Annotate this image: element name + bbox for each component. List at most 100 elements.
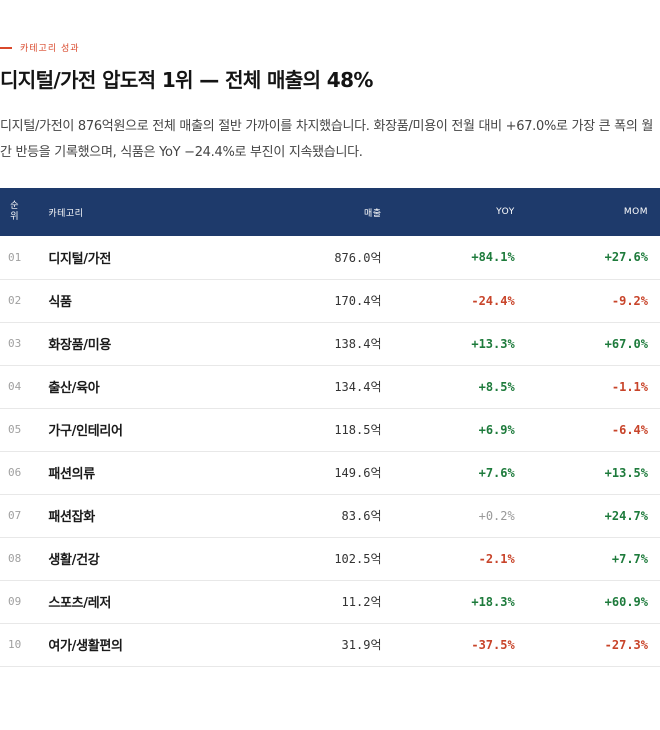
section-eyebrow: 카테고리 성과 <box>0 41 80 54</box>
mom-cell-value: +24.7% <box>604 508 648 523</box>
rank-cell-value: 01 <box>8 250 22 264</box>
mom-cell: +7.7% <box>515 537 660 580</box>
mom-cell-value: -9.2% <box>611 293 648 308</box>
mom-cell: -6.4% <box>515 408 660 451</box>
mom-cell-value: +67.0% <box>604 336 648 351</box>
sales-cell-value: 149.6억 <box>334 466 382 480</box>
rank-cell: 06 <box>0 451 29 494</box>
yoy-cell: +0.2% <box>382 494 515 537</box>
category-cell: 출산/육아 <box>29 365 183 408</box>
category-cell: 화장품/미용 <box>29 322 183 365</box>
sales-cell: 876.0억 <box>183 236 381 279</box>
rank-cell: 02 <box>0 279 29 322</box>
rank-cell-value: 10 <box>8 638 22 651</box>
category-cell-value: 출산/육아 <box>48 381 100 396</box>
sales-cell: 149.6억 <box>183 451 381 494</box>
table-row: 01 디지털/가전 876.0억 +84.1% +27.6% <box>0 236 660 279</box>
mom-cell: +13.5% <box>515 451 660 494</box>
table-header-row: 순 위 카테고리 매출 YOY MOM <box>0 188 660 236</box>
yoy-cell: +18.3% <box>382 580 514 623</box>
sales-cell-value: 83.6억 <box>341 509 382 523</box>
sales-cell-value: 31.9억 <box>341 638 382 652</box>
table-body: 01 디지털/가전 876.0억 +84.1% +27.6% 02 식품 170.4억 -24.… <box>0 236 660 666</box>
yoy-cell: +8.5% <box>382 365 515 408</box>
yoy-column-header: YOY <box>496 207 515 217</box>
rank-cell: 01 <box>0 236 29 279</box>
table-row: 02 식품 170.4억 -24.4% -9.2% <box>0 279 660 322</box>
yoy-cell-value: -24.4% <box>471 293 515 308</box>
category-cell-value: 디지털/가전 <box>48 251 112 267</box>
rank-cell: 09 <box>0 580 29 623</box>
rank-cell-value: 07 <box>8 509 22 522</box>
rank-cell-value: 04 <box>8 380 22 393</box>
category-cell: 식품 <box>29 279 183 322</box>
sales-cell-value: 138.4억 <box>334 337 382 351</box>
rank-cell: 10 <box>0 623 29 666</box>
rank-cell: 05 <box>0 408 29 451</box>
table-row: 08 생활/건강 102.5억 -2.1% +7.7% <box>0 537 660 580</box>
mom-cell-value: -1.1% <box>611 379 648 394</box>
yoy-cell: -37.5% <box>382 623 515 666</box>
summary-paragraph: 디지털/가전이 876억원으로 전체 매출의 절반 가까이를 차지했습니다. 화… <box>0 119 653 160</box>
mom-cell-value: -6.4% <box>611 422 648 437</box>
rank-header-line-2: 위 <box>10 212 20 222</box>
table-row: 07 패션잡화 83.6억 +0.2% +24.7% <box>0 494 660 537</box>
rank-cell: 04 <box>0 365 29 408</box>
accent-bar <box>0 46 12 49</box>
rank-cell-value: 03 <box>8 337 22 350</box>
mom-cell-value: +13.5% <box>604 465 648 480</box>
category-cell-value: 패션잡화 <box>48 510 95 525</box>
mom-column-header: MOM <box>623 207 648 217</box>
category-cell: 여가/생활편의 <box>29 623 183 666</box>
category-cell: 패션의류 <box>29 451 183 494</box>
yoy-cell-value: +0.2% <box>478 508 515 523</box>
mom-cell: -1.1% <box>515 365 660 408</box>
sales-cell: 11.2억 <box>183 580 382 623</box>
category-performance-table: 순 위 카테고리 매출 YOY MOM 01 디지털/가전 876.0억 +84.1%… <box>0 188 660 667</box>
yoy-cell: -2.1% <box>382 537 515 580</box>
sales-cell: 118.5억 <box>183 408 381 451</box>
rank-cell-value: 09 <box>8 595 22 608</box>
mom-cell-value: -27.3% <box>604 637 648 652</box>
category-cell-value: 식품 <box>48 295 72 310</box>
rank-cell: 03 <box>0 322 29 365</box>
sales-cell-value: 118.5억 <box>334 423 382 437</box>
category-cell: 생활/건강 <box>29 537 183 580</box>
category-cell: 패션잡화 <box>29 494 183 537</box>
category-cell-value: 가구/인테리어 <box>48 424 123 439</box>
category-column-header: 카테고리 <box>48 208 84 219</box>
rank-cell-value: 08 <box>8 552 22 565</box>
yoy-cell: +13.3% <box>382 322 515 365</box>
rank-cell-value: 02 <box>8 294 22 307</box>
table-row: 09 스포츠/레저 11.2억 +18.3% +60.9% <box>0 580 660 623</box>
table-row: 05 가구/인테리어 118.5억 +6.9% -6.4% <box>0 408 660 451</box>
mom-cell: +27.6% <box>515 236 660 279</box>
sales-cell: 102.5억 <box>183 537 381 580</box>
rank-column-header: 순 위 <box>0 188 29 236</box>
sales-cell: 83.6억 <box>183 494 382 537</box>
yoy-cell: +7.6% <box>382 451 515 494</box>
category-cell-value: 화장품/미용 <box>48 338 112 353</box>
mom-cell: +24.7% <box>515 494 660 537</box>
yoy-cell-value: +84.1% <box>471 250 515 265</box>
table-row: 06 패션의류 149.6억 +7.6% +13.5% <box>0 451 660 494</box>
category-cell: 가구/인테리어 <box>29 408 183 451</box>
yoy-cell-value: +6.9% <box>478 422 515 437</box>
page-title: 디지털/가전 압도적 1위 — 전체 매출의 48% <box>0 68 373 92</box>
category-cell-value: 스포츠/레저 <box>48 596 112 611</box>
category-cell-value: 생활/건강 <box>48 553 100 568</box>
sales-cell: 138.4억 <box>183 322 381 365</box>
table-row: 10 여가/생활편의 31.9억 -37.5% -27.3% <box>0 623 660 666</box>
category-cell: 스포츠/레저 <box>29 580 183 623</box>
rank-header-line-1: 순 <box>10 201 20 211</box>
table-row: 03 화장품/미용 138.4억 +13.3% +67.0% <box>0 322 660 365</box>
yoy-cell-value: -37.5% <box>471 637 515 652</box>
sales-cell-value: 134.4억 <box>334 380 382 394</box>
sales-column-header: 매출 <box>363 208 382 219</box>
mom-cell: -9.2% <box>515 279 660 322</box>
yoy-cell: +6.9% <box>382 408 515 451</box>
sales-cell-value: 170.4억 <box>334 294 382 308</box>
category-cell-value: 패션의류 <box>48 467 95 482</box>
mom-cell: +67.0% <box>515 322 660 365</box>
yoy-cell-value: +13.3% <box>471 336 515 351</box>
